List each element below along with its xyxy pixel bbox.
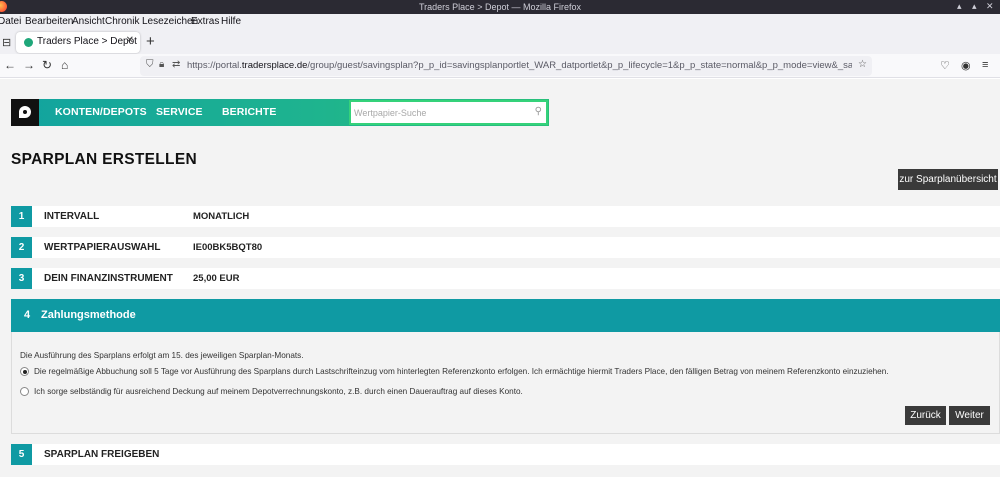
nav-konten-depots[interactable]: KONTEN/DEPOTS <box>55 106 147 118</box>
step-interval[interactable]: 1 INTERVALL MONATLICH <box>11 206 1000 227</box>
url-bar[interactable]: ⛉ 🔒︎ ⇄ https://portal.tradersplace.de/gr… <box>140 56 872 76</box>
menu-hilfe[interactable]: Hilfe <box>221 16 241 27</box>
reload-icon[interactable]: ↻ <box>42 58 52 72</box>
payment-option-label: Ich sorge selbständig für ausreichend De… <box>34 387 523 396</box>
menu-lesezeichen[interactable]: Lesezeichen <box>142 16 198 27</box>
pocket-icon[interactable]: ♡ <box>940 59 950 72</box>
site-navigation: KONTEN/DEPOTS SERVICE BERICHTE ⚲ <box>11 99 549 126</box>
account-icon[interactable]: ◉ <box>961 59 971 72</box>
menu-bar: Datei Bearbeiten Ansicht Chronik Lesezei… <box>0 14 1000 30</box>
bookmark-star-icon[interactable]: ☆ <box>858 59 867 70</box>
nav-service[interactable]: SERVICE <box>156 106 203 118</box>
search-icon[interactable]: ⚲ <box>535 106 542 117</box>
step-release-plan[interactable]: 5 SPARPLAN FREIGEBEN <box>11 444 1000 465</box>
window-title: Traders Place > Depot — Mozilla Firefox <box>419 2 581 12</box>
step-number: 1 <box>11 206 32 227</box>
maximize-icon[interactable]: ▴ <box>972 1 977 12</box>
step-label: DEIN FINANZINSTRUMENT <box>44 273 173 284</box>
security-search-input[interactable] <box>351 102 527 123</box>
favicon-icon <box>24 38 33 47</box>
tracking-shield-icon[interactable]: ⛉ <box>146 59 154 70</box>
page-title: SPARPLAN ERSTELLEN <box>11 151 197 168</box>
savings-plan-overview-button[interactable]: zur Sparplanübersicht <box>898 169 998 190</box>
back-icon[interactable]: ← <box>4 58 16 72</box>
tab-title: Traders Place > Depot <box>37 36 137 47</box>
forward-icon[interactable]: → <box>23 58 35 72</box>
menu-extras[interactable]: Extras <box>191 16 219 27</box>
menu-ansicht[interactable]: Ansicht <box>72 16 105 27</box>
minimize-icon[interactable]: ▴ <box>957 1 962 12</box>
nav-berichte[interactable]: BERICHTE <box>222 106 276 118</box>
step-number: 5 <box>11 444 32 465</box>
step-number: 3 <box>11 268 32 289</box>
next-button[interactable]: Weiter <box>949 406 990 425</box>
permissions-icon[interactable]: ⇄ <box>172 59 180 70</box>
menu-datei[interactable]: Datei <box>0 16 21 27</box>
back-button[interactable]: Zurück <box>905 406 946 425</box>
close-window-icon[interactable]: ✕ <box>986 1 994 12</box>
radio-button[interactable] <box>20 387 29 396</box>
url-text[interactable]: https://portal.tradersplace.de/group/gue… <box>187 60 852 71</box>
tradersplace-logo[interactable] <box>11 99 39 126</box>
radio-button-selected[interactable] <box>20 367 29 376</box>
step-value: MONATLICH <box>193 211 250 222</box>
execution-info-text: Die Ausführung des Sparplans erfolgt am … <box>20 351 304 360</box>
step-financial-instrument[interactable]: 3 DEIN FINANZINSTRUMENT 25,00 EUR <box>11 268 1000 289</box>
search-box: ⚲ <box>349 100 548 125</box>
step-number: 4 <box>24 309 31 321</box>
menu-hamburger-icon[interactable]: ≡ <box>982 59 988 71</box>
step-value: 25,00 EUR <box>193 273 240 284</box>
window-titlebar: Traders Place > Depot — Mozilla Firefox … <box>0 0 1000 14</box>
step-label: SPARPLAN FREIGEBEN <box>44 449 160 460</box>
payment-option-label: Die regelmäßige Abbuchung soll 5 Tage vo… <box>34 367 889 376</box>
step-title: Zahlungsmethode <box>41 309 136 321</box>
browser-tab[interactable]: Traders Place > Depot ✕ <box>16 32 140 53</box>
page-content: KONTEN/DEPOTS SERVICE BERICHTE ⚲ SPARPLA… <box>0 79 1000 477</box>
menu-chronik[interactable]: Chronik <box>105 16 139 27</box>
close-tab-icon[interactable]: ✕ <box>126 35 134 46</box>
step-label: WERTPAPIERAUSWAHL <box>44 242 161 253</box>
step-security-selection[interactable]: 2 WERTPAPIERAUSWAHL IE00BK5BQT80 <box>11 237 1000 258</box>
step-number: 2 <box>11 237 32 258</box>
tab-list-icon[interactable]: ⊟ <box>2 36 11 49</box>
tab-bar: ⊟ Traders Place > Depot ✕ + <box>0 30 1000 54</box>
new-tab-icon[interactable]: + <box>146 33 155 50</box>
step-value: IE00BK5BQT80 <box>193 242 263 253</box>
payment-method-panel: Die Ausführung des Sparplans erfolgt am … <box>11 332 1000 434</box>
step-label: INTERVALL <box>44 211 100 222</box>
logo-icon <box>19 106 31 118</box>
menu-bearbeiten[interactable]: Bearbeiten <box>25 16 73 27</box>
navigation-bar: ← → ↻ ⌂ ⛉ 🔒︎ ⇄ https://portal.traderspla… <box>0 54 1000 78</box>
lock-icon[interactable]: 🔒︎ <box>159 59 164 70</box>
step-payment-method-header: 4 Zahlungsmethode <box>11 299 1000 332</box>
home-icon[interactable]: ⌂ <box>61 58 68 72</box>
